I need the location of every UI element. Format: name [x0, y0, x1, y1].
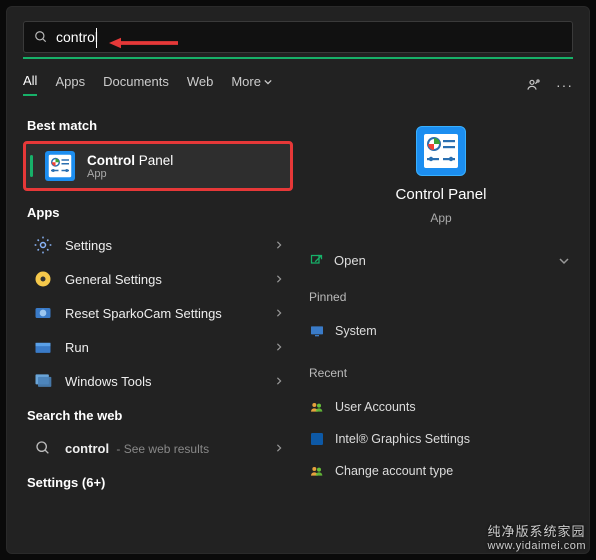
- chevron-right-icon: [275, 377, 283, 385]
- pinned-label: System: [335, 324, 377, 338]
- chevron-right-icon: [275, 275, 283, 283]
- account-share-icon[interactable]: [526, 77, 542, 93]
- pinned-header: Pinned: [309, 290, 573, 304]
- users-icon: [309, 399, 325, 415]
- users-icon: [309, 463, 325, 479]
- start-search-window: All Apps Documents Web More ··· Best mat…: [6, 6, 590, 554]
- recent-user-accounts[interactable]: User Accounts: [309, 394, 573, 420]
- settings-icon: [33, 235, 53, 255]
- tab-documents[interactable]: Documents: [103, 74, 169, 95]
- open-label: Open: [334, 253, 366, 268]
- best-match-text: Control Panel App: [87, 153, 173, 180]
- selection-indicator: [30, 155, 33, 177]
- preview-subtitle: App: [430, 211, 451, 225]
- tab-apps[interactable]: Apps: [55, 74, 85, 95]
- tab-all[interactable]: All: [23, 73, 37, 96]
- result-run[interactable]: Run: [23, 330, 293, 364]
- search-web-header: Search the web: [27, 408, 293, 423]
- text-caret: [96, 28, 97, 48]
- chevron-down-icon[interactable]: [559, 256, 569, 266]
- preview-column: Control Panel App Open Pinned System: [309, 114, 573, 534]
- settings-group-header[interactable]: Settings (6+): [27, 475, 293, 490]
- result-web-control[interactable]: control - See web results: [23, 431, 293, 465]
- preview-app-icon: [416, 126, 466, 176]
- run-icon: [33, 337, 53, 357]
- result-label: Windows Tools: [65, 374, 263, 389]
- open-icon: [309, 253, 324, 268]
- camera-reset-icon: [33, 303, 53, 323]
- filter-tabs: All Apps Documents Web More ···: [23, 73, 573, 96]
- recent-label: User Accounts: [335, 400, 416, 414]
- system-icon: [309, 323, 325, 339]
- result-reset-sparkocam[interactable]: Reset SparkoCam Settings: [23, 296, 293, 330]
- results-column: Best match Control Panel: [23, 114, 293, 534]
- best-match-item[interactable]: Control Panel App: [23, 141, 293, 191]
- search-input[interactable]: [56, 29, 562, 45]
- pinned-system[interactable]: System: [309, 318, 573, 344]
- intel-icon: [309, 431, 325, 447]
- search-box[interactable]: [23, 21, 573, 53]
- disc-icon: [33, 269, 53, 289]
- recent-label: Change account type: [335, 464, 453, 478]
- recent-intel-graphics[interactable]: Intel® Graphics Settings: [309, 426, 573, 452]
- search-icon: [33, 438, 53, 458]
- result-label: Settings: [65, 238, 263, 253]
- chevron-down-icon: [264, 78, 272, 86]
- recent-header: Recent: [309, 366, 573, 380]
- result-label: General Settings: [65, 272, 263, 287]
- apps-header: Apps: [27, 205, 293, 220]
- result-label: Run: [65, 340, 263, 355]
- tools-icon: [33, 371, 53, 391]
- recent-change-account[interactable]: Change account type: [309, 458, 573, 484]
- result-label: Reset SparkoCam Settings: [65, 306, 263, 321]
- result-windows-tools[interactable]: Windows Tools: [23, 364, 293, 398]
- preview-title: Control Panel: [396, 186, 487, 203]
- best-match-header: Best match: [27, 118, 293, 133]
- control-panel-icon: [45, 151, 75, 181]
- result-label: control - See web results: [65, 441, 263, 456]
- search-icon: [34, 30, 48, 44]
- tab-more[interactable]: More: [231, 74, 272, 95]
- tab-more-label: More: [231, 74, 261, 89]
- chevron-right-icon: [275, 241, 283, 249]
- chevron-right-icon: [275, 309, 283, 317]
- watermark: 纯净版系统家园 www.yidaimei.com: [488, 521, 586, 552]
- accent-underline: [23, 57, 573, 59]
- more-options-icon[interactable]: ···: [556, 77, 573, 93]
- tab-web[interactable]: Web: [187, 74, 214, 95]
- chevron-right-icon: [275, 343, 283, 351]
- open-action[interactable]: Open: [309, 253, 366, 268]
- result-general-settings[interactable]: General Settings: [23, 262, 293, 296]
- result-settings[interactable]: Settings: [23, 228, 293, 262]
- recent-label: Intel® Graphics Settings: [335, 432, 470, 446]
- chevron-right-icon: [275, 444, 283, 452]
